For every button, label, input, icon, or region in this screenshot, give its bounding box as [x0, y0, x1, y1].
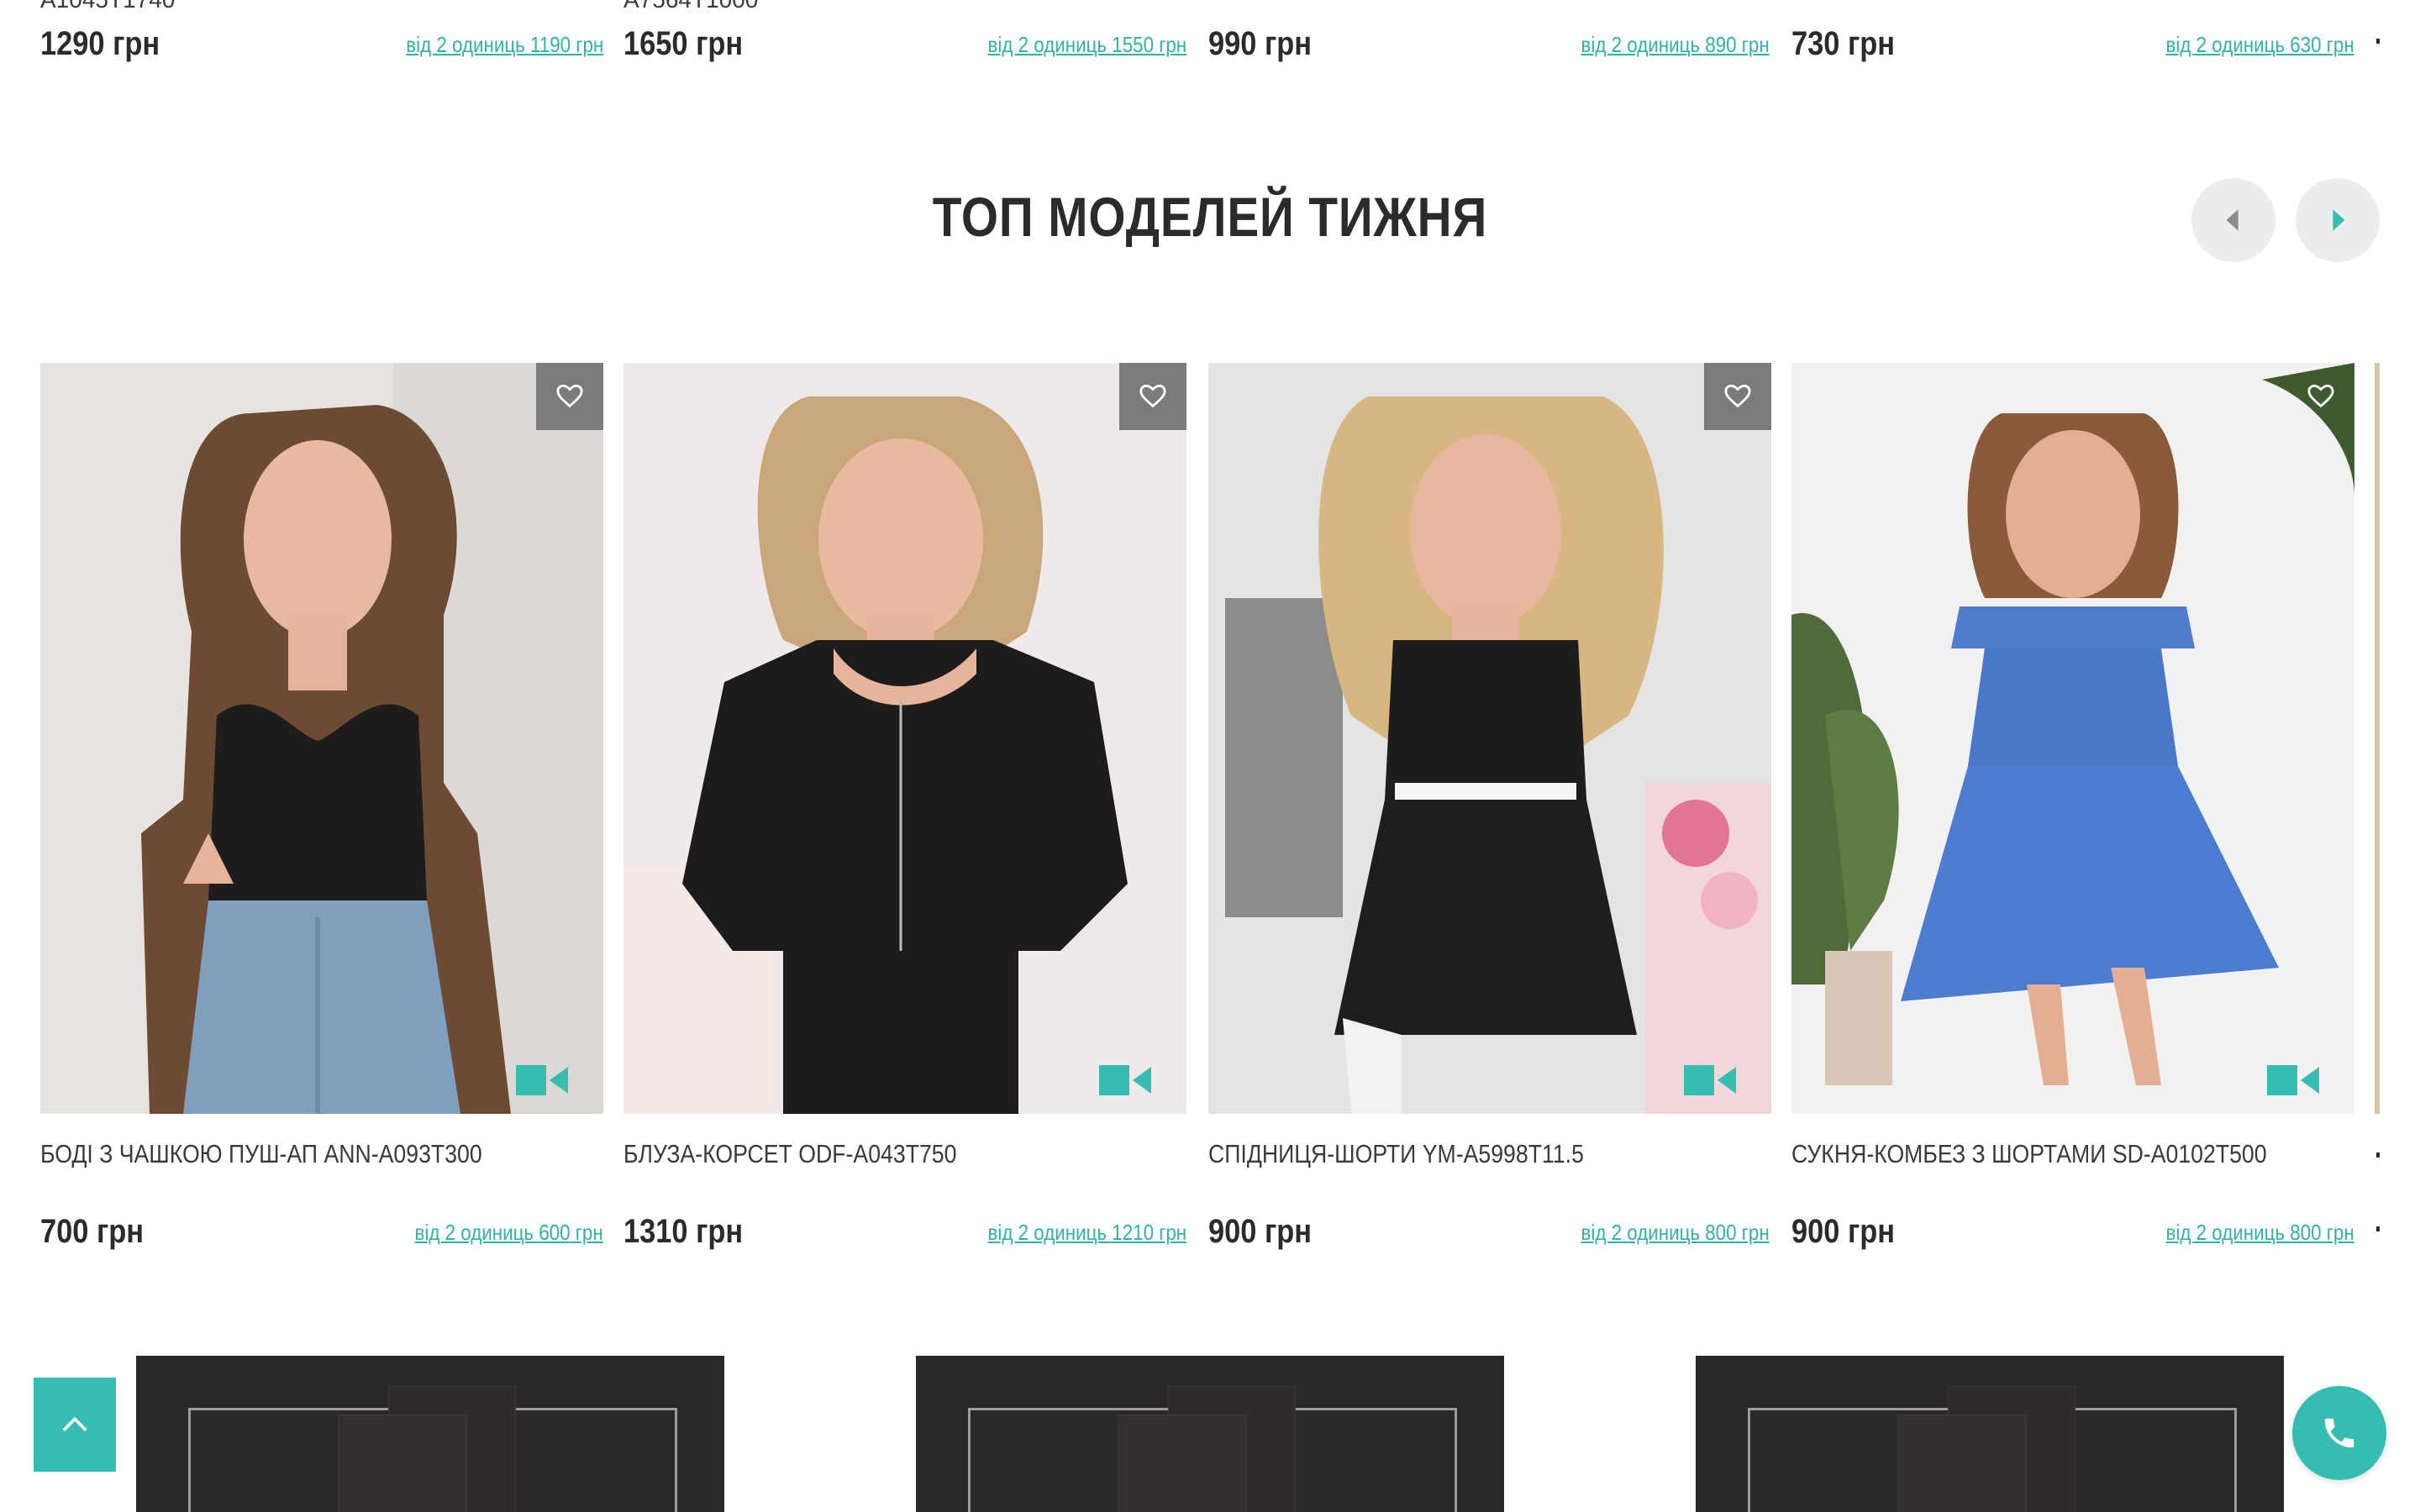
video-camera-icon	[516, 1065, 568, 1095]
chevron-right-icon	[2333, 209, 2345, 231]
banner-box-graphic	[338, 1415, 467, 1512]
product-photo	[1791, 363, 2354, 1114]
product-image[interactable]	[1208, 363, 1771, 1114]
banner-box-graphic	[1897, 1415, 2027, 1512]
product-name[interactable]: СУКНЯ-КОМБЕЗ З ШОРТАМИ SD-A0102T500	[1791, 1139, 2267, 1169]
product-image[interactable]	[40, 363, 603, 1114]
heart-icon	[2307, 384, 2334, 408]
product-photo	[1208, 363, 1771, 1114]
heart-icon	[556, 384, 583, 408]
carousel-next-button[interactable]	[2296, 178, 2380, 262]
product-photo	[40, 363, 603, 1114]
video-camera-icon	[1099, 1065, 1151, 1095]
bulk-price-link[interactable]: від 2 одиниць 630 грн	[2166, 32, 2354, 58]
promo-banner[interactable]	[916, 1356, 1504, 1512]
promo-banner[interactable]	[1696, 1356, 2284, 1512]
next-card-edge	[2376, 1226, 2380, 1231]
banner-box-graphic	[1118, 1415, 1247, 1512]
product-photo	[623, 363, 1186, 1114]
product-price: 1650 грн	[623, 25, 744, 62]
bulk-price-link[interactable]: від 2 одиниць 800 грн	[2166, 1220, 2354, 1246]
product-name[interactable]: БЛУЗА-КОРСЕТ ODF-A043T750	[623, 1139, 956, 1169]
bulk-price-link[interactable]: від 2 одиниць 1550 грн	[987, 32, 1186, 58]
product-code: A1045T1740	[40, 0, 175, 13]
promo-banner[interactable]	[136, 1356, 724, 1512]
chevron-left-icon	[2226, 209, 2238, 231]
bulk-price-link[interactable]: від 2 одиниць 1190 грн	[406, 32, 603, 58]
product-price: 990 грн	[1208, 25, 1313, 62]
product-price: 900 грн	[1208, 1213, 1313, 1250]
favorite-button[interactable]	[2287, 363, 2354, 430]
product-image[interactable]	[623, 363, 1186, 1114]
chevron-up-icon	[62, 1416, 87, 1431]
video-camera-icon	[1684, 1065, 1736, 1095]
next-card-edge	[2376, 39, 2380, 44]
bulk-price-link[interactable]: від 2 одиниць 890 грн	[1581, 32, 1770, 58]
favorite-button[interactable]	[1704, 363, 1771, 430]
product-code: A7564T1000	[623, 0, 758, 13]
section-title: ТОП МОДЕЛЕЙ ТИЖНЯ	[932, 186, 1488, 248]
product-price: 1310 грн	[623, 1213, 744, 1250]
phone-icon	[2324, 1418, 2354, 1448]
bulk-price-link[interactable]: від 2 одиниць 600 грн	[415, 1220, 603, 1246]
video-camera-icon	[2267, 1065, 2319, 1095]
carousel-prev-button[interactable]	[2191, 178, 2275, 262]
heart-icon	[1139, 384, 1166, 408]
bulk-price-link[interactable]: від 2 одиниць 1210 грн	[987, 1220, 1186, 1246]
favorite-button[interactable]	[536, 363, 603, 430]
bulk-price-link[interactable]: від 2 одиниць 800 грн	[1581, 1220, 1770, 1246]
product-price: 700 грн	[40, 1213, 145, 1250]
next-card-edge	[2376, 1152, 2380, 1158]
next-card-image-edge	[2375, 363, 2380, 1114]
product-price: 730 грн	[1791, 25, 1896, 62]
call-button[interactable]	[2292, 1386, 2386, 1480]
favorite-button[interactable]	[1119, 363, 1186, 430]
heart-icon	[1724, 384, 1751, 408]
product-image[interactable]	[1791, 363, 2354, 1114]
product-price: 900 грн	[1791, 1213, 1896, 1250]
product-name[interactable]: БОДІ З ЧАШКОЮ ПУШ-АП ANN-A093T300	[40, 1139, 482, 1169]
product-name[interactable]: СПІДНИЦЯ-ШОРТИ YM-A5998T11.5	[1208, 1139, 1584, 1169]
product-price: 1290 грн	[40, 25, 160, 62]
scroll-to-top-button[interactable]	[34, 1378, 116, 1472]
